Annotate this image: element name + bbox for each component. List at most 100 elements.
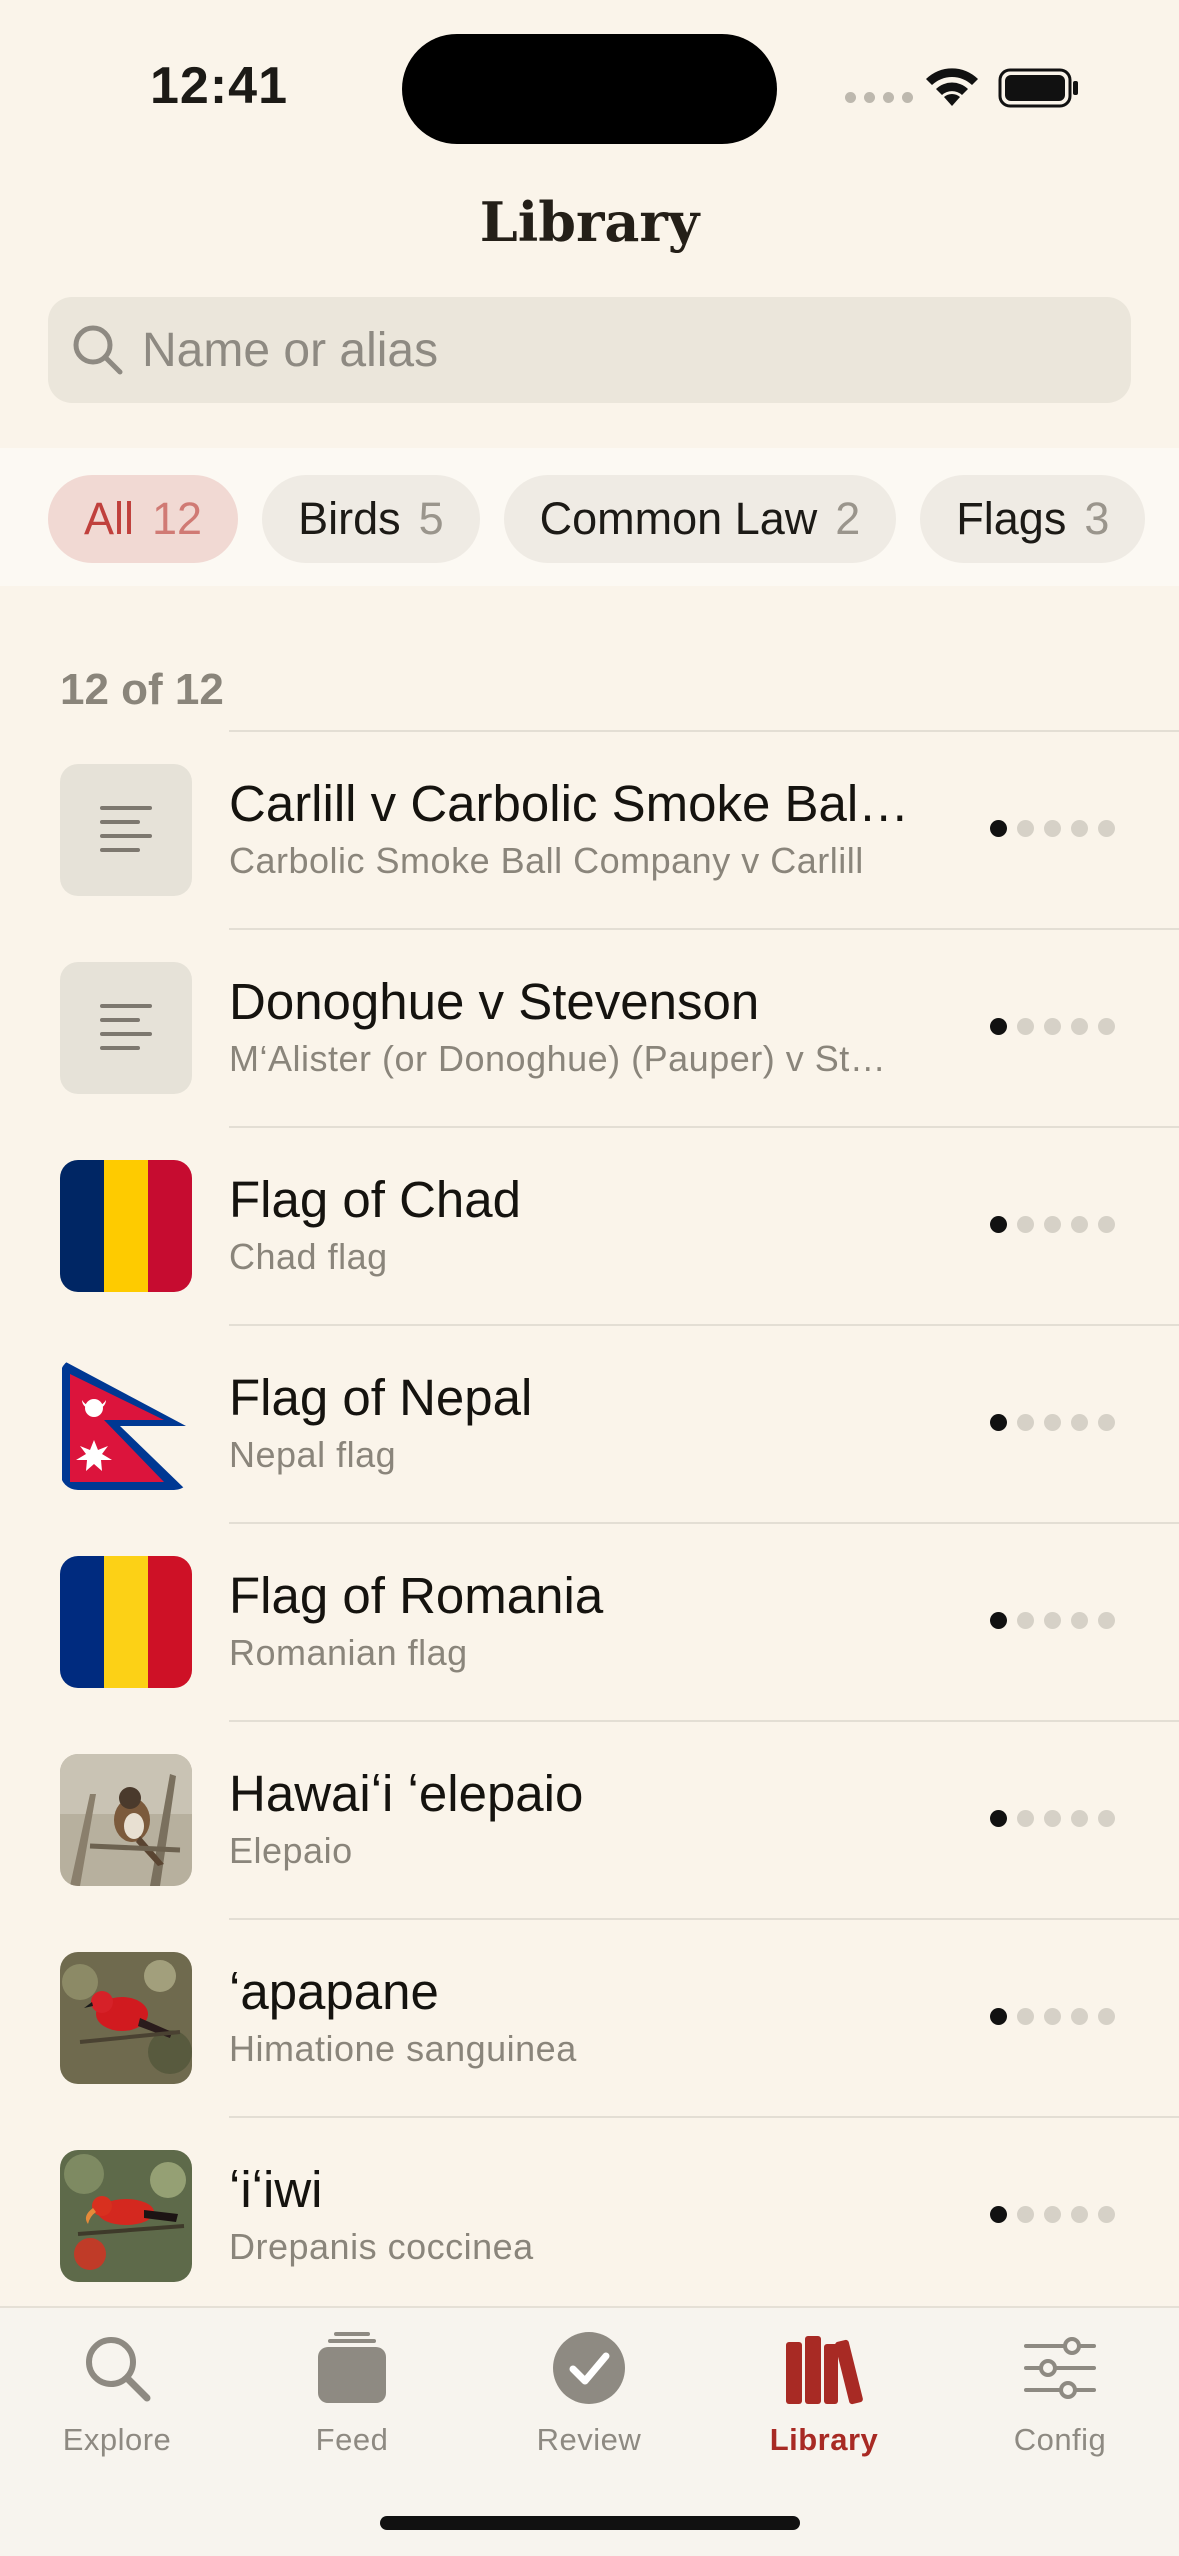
progress-dot [1098,820,1115,837]
progress-dot [1098,2206,1115,2223]
list-item[interactable]: Flag of Romania Romanian flag [0,1522,1179,1720]
filter-chip-count: 2 [835,493,861,544]
progress-dots [990,1216,1115,1233]
tab-review[interactable]: Review [489,2328,689,2458]
filter-chip-label: Flags [956,493,1067,544]
bird-photo-thumbnail [60,1754,192,1886]
progress-dot [1044,1414,1061,1431]
progress-dot [1044,1810,1061,1827]
status-time: 12:41 [150,57,288,115]
tab-label: Review [536,2422,642,2457]
library-list: Carlill v Carbolic Smoke Bal… Carbolic S… [0,730,1179,2314]
item-title: Flag of Romania [229,1567,604,1624]
progress-dots [990,1810,1115,1827]
item-subtitle: Romanian flag [229,1632,468,1673]
progress-dot [1017,2008,1034,2025]
progress-dot [1071,820,1088,837]
divider [229,1324,1179,1326]
item-title: ʻiʻiwi [229,2161,323,2218]
list-item[interactable]: ʻiʻiwi Drepanis coccinea [0,2116,1179,2314]
filter-chip-label: All [84,493,135,544]
progress-dot [1098,1018,1115,1035]
progress-dot [1044,1018,1061,1035]
progress-dot [990,1810,1007,1827]
progress-dots [990,820,1115,837]
tab-config[interactable]: Config [960,2328,1160,2458]
filter-bar: All 12 Birds 5 Common Law 2 Flags 3 [0,448,1179,586]
tab-feed[interactable]: Feed [252,2328,452,2458]
page-title: Library [479,190,700,254]
item-title: Hawaiʻi ʻelepaio [229,1765,584,1822]
filter-chip-count: 5 [418,493,444,544]
filter-chip-all[interactable]: All 12 [48,475,239,563]
progress-dot [990,2206,1007,2223]
progress-dot [1044,1216,1061,1233]
status-bar: 12:41 [0,0,1179,170]
list-item[interactable]: Flag of Chad Chad flag [0,1126,1179,1324]
stack-icon [318,2332,386,2403]
list-item[interactable]: ʻapapane Himatione sanguinea [0,1918,1179,2116]
search-icon [86,2337,151,2402]
progress-dot [1071,2206,1088,2223]
list-item[interactable]: Hawaiʻi ʻelepaio Elepaio [0,1720,1179,1918]
tab-label: Config [1013,2422,1107,2457]
item-title: Carlill v Carbolic Smoke Bal… [229,775,910,832]
filter-chip-birds[interactable]: Birds 5 [262,475,480,563]
progress-dots [990,1414,1115,1431]
divider [229,730,1179,732]
home-indicator [380,2516,800,2530]
filter-chip-label: Common Law [539,493,818,544]
tab-library[interactable]: Library [724,2328,924,2458]
filter-chip-flags[interactable]: Flags 3 [920,475,1146,563]
tab-label: Explore [62,2422,172,2457]
chad-flag-icon [60,1160,192,1292]
sliders-icon [1024,2337,1096,2399]
result-count: 12 of 12 [60,665,224,714]
bird-photo-thumbnail [60,2150,192,2282]
list-item[interactable]: Flag of Nepal Nepal flag [0,1324,1179,1522]
item-title: Flag of Chad [229,1171,522,1228]
divider [229,1918,1179,1920]
progress-dot [1098,2008,1115,2025]
filter-chip-count: 3 [1084,493,1110,544]
filter-chip-common-law[interactable]: Common Law 2 [503,475,897,563]
item-subtitle: Elepaio [229,1830,353,1871]
item-title: ʻapapane [229,1963,439,2020]
search-bar[interactable] [48,297,1131,403]
progress-dot [1071,1018,1088,1035]
checkmark-circle-icon [553,2332,625,2404]
list-item[interactable]: Carlill v Carbolic Smoke Bal… Carbolic S… [0,730,1179,928]
tab-explore[interactable]: Explore [17,2328,217,2458]
divider [229,1720,1179,1722]
progress-dots [990,2008,1115,2025]
progress-dot [1098,1810,1115,1827]
progress-dot [1017,1612,1034,1629]
cellular-signal-icon [845,92,913,103]
item-subtitle: Carbolic Smoke Ball Company v Carlill [229,840,864,881]
progress-dot [1071,1216,1088,1233]
progress-dot [1071,1612,1088,1629]
item-title: Donoghue v Stevenson [229,973,760,1030]
text-document-icon [60,764,192,896]
progress-dot [990,2008,1007,2025]
progress-dot [990,1414,1007,1431]
tab-label: Library [769,2422,879,2457]
divider [229,928,1179,930]
progress-dot [1017,1018,1034,1035]
progress-dot [1098,1216,1115,1233]
progress-dot [990,1216,1007,1233]
search-input[interactable] [142,322,1042,378]
progress-dots [990,1612,1115,1629]
item-title: Flag of Nepal [229,1369,533,1426]
progress-dot [1071,2008,1088,2025]
tab-label: Feed [315,2422,389,2457]
item-subtitle: M‘Alister (or Donoghue) (Pauper) v St… [229,1038,887,1079]
filter-chip-count: 12 [152,493,203,544]
bird-photo-thumbnail [60,1952,192,2084]
list-item[interactable]: Donoghue v Stevenson M‘Alister (or Donog… [0,928,1179,1126]
item-subtitle: Nepal flag [229,1434,397,1475]
progress-dot [1017,1414,1034,1431]
progress-dot [1098,1612,1115,1629]
divider [229,1126,1179,1128]
divider [229,2116,1179,2118]
